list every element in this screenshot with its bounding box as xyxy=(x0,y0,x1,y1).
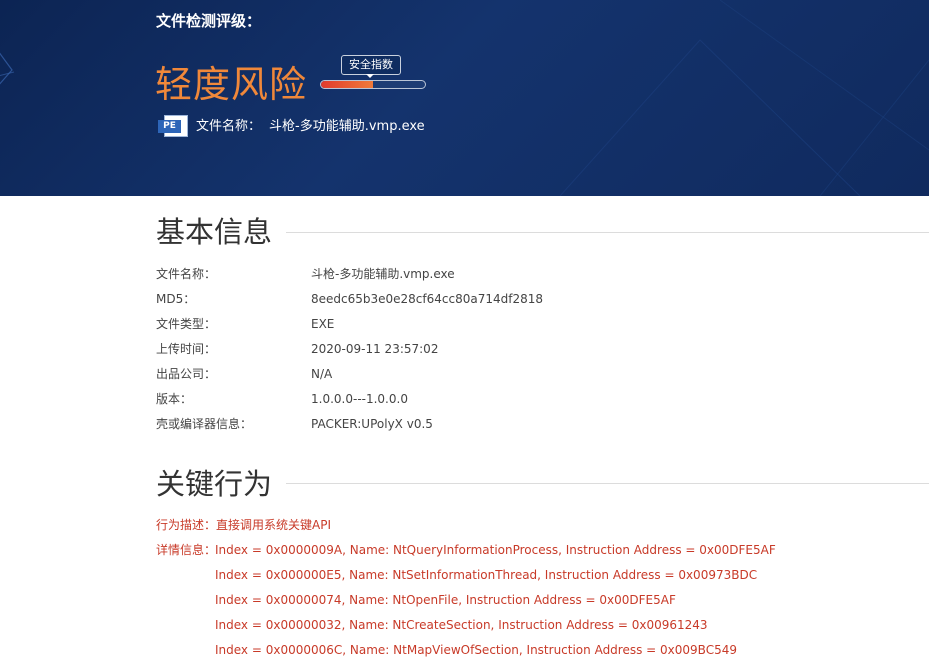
detail-line: Index = 0x0000009A, Name: NtQueryInforma… xyxy=(215,543,776,557)
result-banner: 文件检测评级： 轻度风险 安全指数 PE 文件名称： 斗枪-多功能辅助.vmp.e… xyxy=(0,0,929,196)
basic-info-heading: 基本信息 xyxy=(156,215,273,249)
info-label: 出品公司： xyxy=(156,367,217,381)
info-row-version: 版本： 1.0.0.0---1.0.0.0 xyxy=(156,387,756,412)
info-value: EXE xyxy=(311,317,335,331)
info-value: 1.0.0.0---1.0.0.0 xyxy=(311,392,408,406)
banner-file-name-label: 文件名称： xyxy=(196,119,262,134)
safety-index-bar xyxy=(320,80,426,89)
info-value: 2020-09-11 23:57:02 xyxy=(311,342,439,356)
pe-file-icon: PE xyxy=(158,115,189,138)
info-label: 版本： xyxy=(156,392,193,406)
detail-label: 详情信息： xyxy=(156,543,217,557)
info-row-packer: 壳或编译器信息： PACKER:UPolyX v0.5 xyxy=(156,412,756,437)
info-row-md5: MD5： 8eedc65b3e0e28cf64cc80a714df2818 xyxy=(156,287,756,312)
info-row-upload-time: 上传时间： 2020-09-11 23:57:02 xyxy=(156,337,756,362)
behavior-description: 行为描述：直接调用系统关键API xyxy=(156,518,331,532)
basic-info-divider xyxy=(286,232,929,233)
key-behavior-heading: 关键行为 xyxy=(156,467,273,501)
banner-decoration xyxy=(0,0,929,196)
rating-title: 文件检测评级： xyxy=(156,12,262,30)
info-label: 文件名称： xyxy=(156,267,217,281)
info-row-company: 出品公司： N/A xyxy=(156,362,756,387)
banner-file-name: 文件名称： 斗枪-多功能辅助.vmp.exe xyxy=(196,117,425,137)
info-label: 上传时间： xyxy=(156,342,217,356)
detail-line: Index = 0x0000006C, Name: NtMapViewOfSec… xyxy=(215,643,737,657)
banner-file-name-value: 斗枪-多功能辅助.vmp.exe xyxy=(269,119,425,134)
info-label: MD5： xyxy=(156,292,196,306)
detail-line: Index = 0x00000074, Name: NtOpenFile, In… xyxy=(215,593,676,607)
info-label: 壳或编译器信息： xyxy=(156,417,253,431)
info-row-file-name: 文件名称： 斗枪-多功能辅助.vmp.exe xyxy=(156,262,756,287)
info-row-file-type: 文件类型： EXE xyxy=(156,312,756,337)
info-label: 文件类型： xyxy=(156,317,217,331)
key-behavior-divider xyxy=(286,483,929,484)
safety-index-badge: 安全指数 xyxy=(341,55,401,75)
info-value: PACKER:UPolyX v0.5 xyxy=(311,417,433,431)
detail-line: Index = 0x000000E5, Name: NtSetInformati… xyxy=(215,568,758,582)
info-value: 斗枪-多功能辅助.vmp.exe xyxy=(311,267,455,281)
safety-index-fill xyxy=(321,81,373,88)
basic-info-table: 文件名称： 斗枪-多功能辅助.vmp.exe MD5： 8eedc65b3e0e… xyxy=(156,262,756,437)
pe-file-tag: PE xyxy=(158,120,181,133)
info-value: 8eedc65b3e0e28cf64cc80a714df2818 xyxy=(311,292,544,306)
detail-list: Index = 0x0000009A, Name: NtQueryInforma… xyxy=(215,541,776,666)
info-value: N/A xyxy=(311,367,333,381)
safety-index-pointer-icon xyxy=(366,74,374,78)
detail-line: Index = 0x00000032, Name: NtCreateSectio… xyxy=(215,618,708,632)
risk-level: 轻度风险 xyxy=(155,63,307,106)
